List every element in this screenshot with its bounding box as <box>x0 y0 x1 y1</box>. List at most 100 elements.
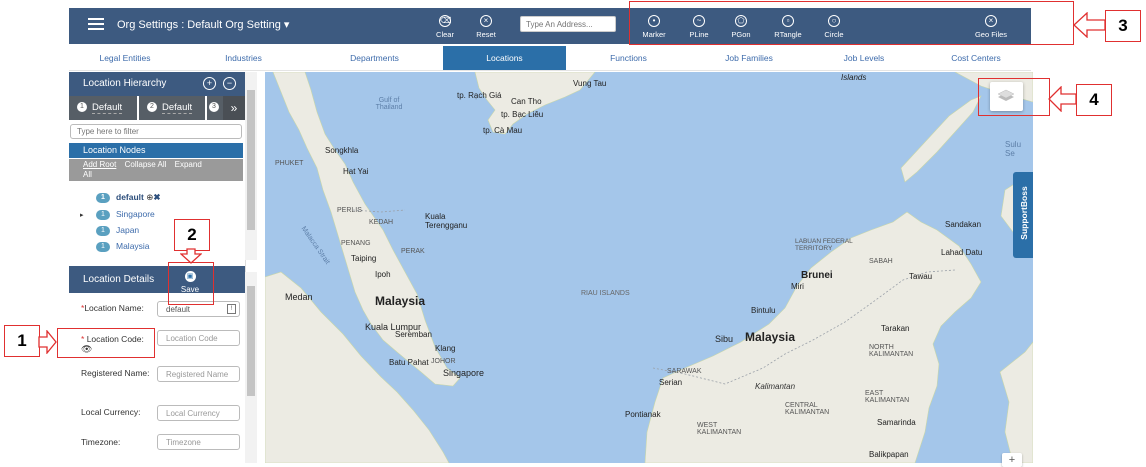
hierarchy-tab-2[interactable]: 2 Default <box>139 96 205 120</box>
tab-functions[interactable]: Functions <box>566 46 691 70</box>
map-label-balikpapan: Balikpapan <box>869 450 909 459</box>
settings-tabs: Legal Entities Industries Departments Lo… <box>69 46 1031 71</box>
node-label: Malaysia <box>116 241 150 251</box>
address-search-input[interactable] <box>520 16 616 32</box>
map-label-johor: JOHOR <box>431 358 456 365</box>
node-count-badge: 1 <box>96 242 110 252</box>
tab-locations[interactable]: Locations <box>443 46 566 70</box>
field-value: default <box>166 305 191 314</box>
expand-arrow-icon[interactable]: ▸ <box>80 211 84 219</box>
tree-node-default[interactable]: 1 default ⊕✖ <box>96 191 161 203</box>
tab-job-families[interactable]: Job Families <box>691 46 807 70</box>
tree-node-japan[interactable]: 1 Japan <box>96 224 139 236</box>
map-label-baclieu: tp. Bạc Liêu <box>501 110 544 119</box>
registered-name-field[interactable]: Registered Name <box>157 366 240 382</box>
map-label-kalimantan: Kalimantan <box>755 382 796 391</box>
callout-4: 4 <box>1076 84 1112 116</box>
hierarchy-tab-1[interactable]: 1 Default <box>69 96 137 120</box>
page-title[interactable]: Org Settings : Default Org Setting ▾ <box>117 18 289 31</box>
hierarchy-tab-number: 3 <box>209 102 219 112</box>
map-label-perak: PERAK <box>401 248 425 255</box>
map-label-riau: RIAU ISLANDS <box>581 290 630 297</box>
map-label-brunei: Brunei <box>801 270 833 281</box>
map-label-camau: tp. Cà Mau <box>483 126 523 135</box>
tree-node-malaysia[interactable]: 1 Malaysia <box>96 240 150 252</box>
scrollbar-thumb[interactable] <box>247 90 255 230</box>
location-code-field[interactable]: Location Code <box>157 330 240 346</box>
map-label-miri: Miri <box>791 282 804 291</box>
field-menu-icon[interactable]: ! <box>227 304 236 314</box>
map-canvas[interactable]: Gulf of Thailand Vung Tau tp. Rạch Giá C… <box>265 72 1033 463</box>
annotation-box-4 <box>978 78 1050 116</box>
collapse-all-link[interactable]: Collapse All <box>125 160 167 169</box>
tab-departments[interactable]: Departments <box>306 46 443 70</box>
location-details-header: Location Details <box>69 266 245 293</box>
map-label-sulu: Sulu Se <box>1005 140 1022 158</box>
supportboss-tab[interactable]: SupportBoss <box>1013 172 1033 258</box>
add-root-link[interactable]: Add Root <box>83 160 116 169</box>
scrollbar-thumb[interactable] <box>247 286 255 396</box>
expand-all-link-wrap[interactable]: All <box>83 170 92 179</box>
map-label-batu-pahat: Batu Pahat <box>389 358 429 367</box>
tab-legal-entities[interactable]: Legal Entities <box>69 46 181 70</box>
map-label-west-kalimantan: WEST KALIMANTAN <box>697 422 742 436</box>
more-tabs-chevron-icon[interactable]: » <box>223 96 245 120</box>
expand-all-link[interactable]: Expand <box>175 160 202 169</box>
delete-icon[interactable]: − <box>223 77 236 90</box>
map-label-klang: Klang <box>435 344 456 353</box>
local-currency-field[interactable]: Local Currency <box>157 405 240 421</box>
map-label-central-kalimantan: CENTRAL KALIMANTAN <box>785 402 830 416</box>
location-hierarchy-title: Location Hierarchy <box>83 78 167 89</box>
add-icon[interactable]: + <box>203 77 216 90</box>
map-label-labuan: LABUAN FEDERAL TERRITORY <box>795 238 853 252</box>
map-label-penang: PENANG <box>341 240 371 247</box>
map-label-bintulu: Bintulu <box>751 306 776 315</box>
hierarchy-tab-3[interactable]: 3 <box>207 96 223 120</box>
clear-button[interactable]: ⌫ Clear <box>425 15 465 39</box>
map-label-songkhla: Songkhla <box>325 146 359 155</box>
map-label-gulf: Gulf of Thailand <box>375 97 403 111</box>
map-label-taiping: Taiping <box>351 254 377 263</box>
org-settings-title: Org Settings : Default Org Setting <box>117 19 281 31</box>
map-label-medan: Medan <box>285 292 313 302</box>
callout-arrow-3 <box>1073 12 1106 38</box>
timezone-field[interactable]: Timezone <box>157 434 240 450</box>
trash-icon: ⌫ <box>439 15 452 27</box>
hierarchy-scrollbar[interactable] <box>245 72 257 260</box>
map-label-lahad-datu: Lahad Datu <box>941 248 983 257</box>
map-label-samarinda: Samarinda <box>877 418 916 427</box>
clear-label: Clear <box>436 30 454 39</box>
map-label-north-kalimantan: NORTH KALIMANTAN <box>869 344 914 358</box>
map-label-pontianak: Pontianak <box>625 410 661 419</box>
map-label-singapore: Singapore <box>443 368 485 378</box>
location-name-label: *Location Name: <box>81 303 144 313</box>
map-label-perlis: PERLIS <box>337 207 362 214</box>
node-label: default <box>116 192 144 202</box>
menu-icon[interactable] <box>88 18 104 32</box>
tab-cost-centers[interactable]: Cost Centers <box>921 46 1031 70</box>
location-details-title: Location Details <box>83 274 155 285</box>
tree-node-singapore[interactable]: 1 Singapore <box>96 208 155 220</box>
location-hierarchy-header: Location Hierarchy + − <box>69 72 245 96</box>
map-label-east-kalimantan: EAST KALIMANTAN <box>865 390 910 404</box>
chevron-down-icon: ▾ <box>283 19 290 31</box>
map-label-kedah: KEDAH <box>369 219 394 226</box>
reset-button[interactable]: × Reset <box>466 15 506 39</box>
local-currency-label: Local Currency: <box>81 407 141 417</box>
node-count-badge: 1 <box>96 210 110 220</box>
tab-industries[interactable]: Industries <box>181 46 306 70</box>
remove-node-icon[interactable]: ✖ <box>153 192 160 202</box>
map-label-vungtau: Vung Tau <box>573 79 607 88</box>
hierarchy-filter-input[interactable] <box>70 124 242 139</box>
map-label-islands: Islands <box>841 73 867 82</box>
map-label-kualaterengganu: Kuala Terengganu <box>425 212 468 230</box>
zoom-in-button[interactable]: + <box>1002 453 1022 467</box>
details-scrollbar[interactable] <box>245 272 257 463</box>
tab-job-levels[interactable]: Job Levels <box>807 46 921 70</box>
hierarchy-tab-number: 1 <box>77 102 87 112</box>
map-label-cantho: Can Tho <box>511 97 542 106</box>
callout-3: 3 <box>1105 10 1141 42</box>
annotation-box-2 <box>168 262 214 305</box>
map-label-malaysia-east: Malaysia <box>745 330 796 344</box>
map-label-rachgia: tp. Rạch Giá <box>457 91 502 100</box>
